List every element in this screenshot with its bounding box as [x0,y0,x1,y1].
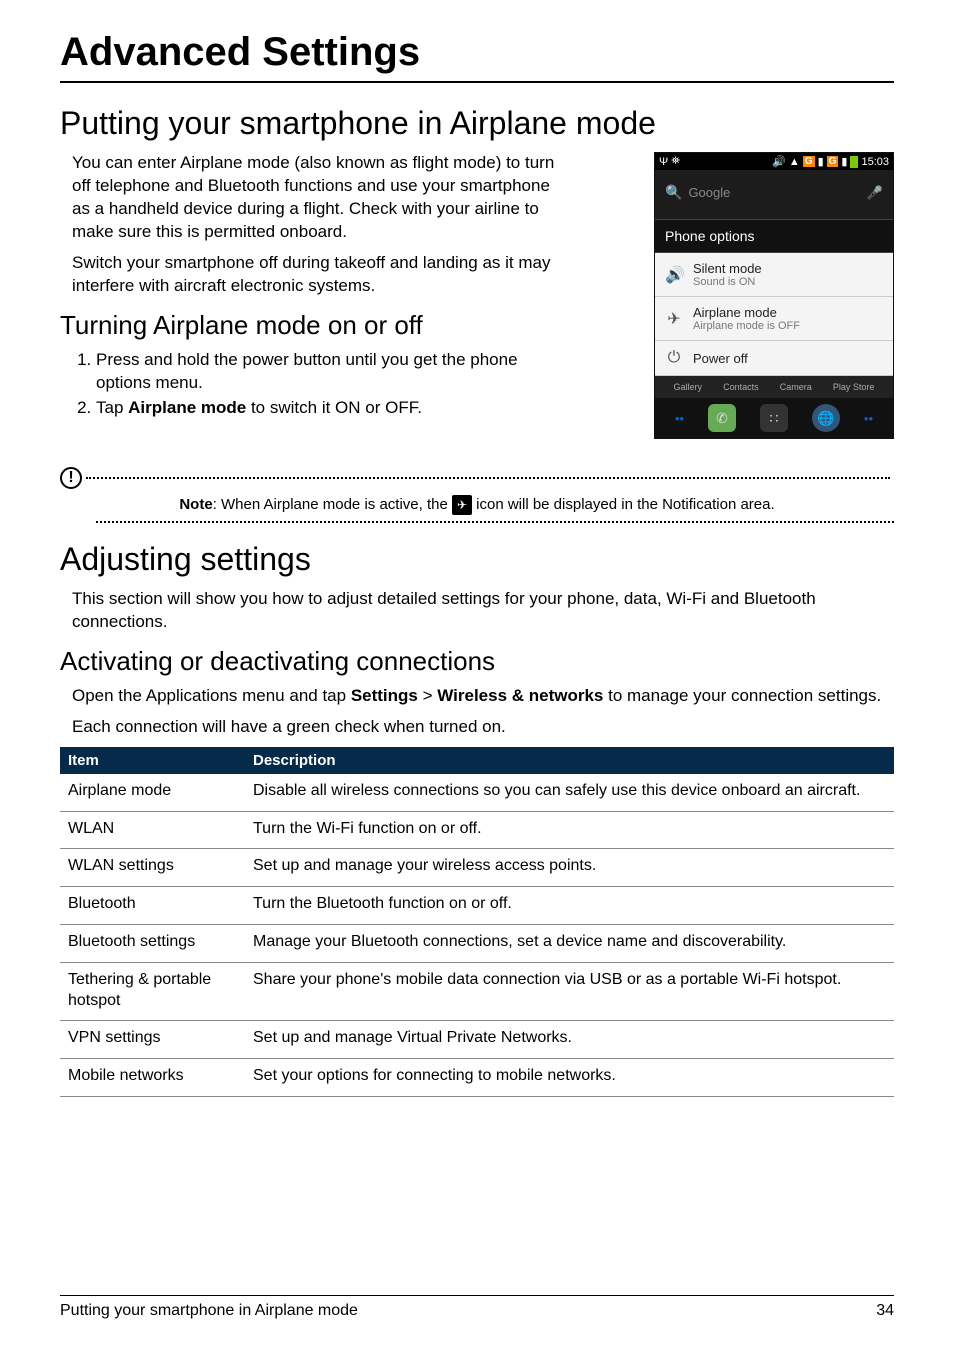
signal-bars-2-icon: ▮ [841,155,847,168]
warning-icon: ! [60,467,82,489]
p2-b: Settings [351,686,418,705]
adjusting-p1: This section will show you how to adjust… [72,588,894,634]
table-row: Tethering & portable hotspotShare your p… [60,962,894,1021]
airplane-steps: Press and hold the power button until yo… [72,349,552,420]
cell-desc: Turn the Bluetooth function on or off. [245,887,894,925]
cell-item: Mobile networks [60,1059,245,1097]
power-icon: ⏻ [665,349,683,367]
settings-table: Item Description Airplane modeDisable al… [60,747,894,1097]
page-footer: Putting your smartphone in Airplane mode… [60,1295,894,1320]
airplane-intro-p2: Switch your smartphone off during takeof… [72,252,572,298]
subsection-activating: Activating or deactivating connections [60,646,894,677]
dock-dots-right: •• [864,411,873,426]
step-1: Press and hold the power button until yo… [96,349,552,395]
section-heading-adjusting: Adjusting settings [60,541,894,578]
note-text-b: icon will be displayed in the Notificati… [472,496,775,513]
phone-dock-labels: Gallery Contacts Camera Play Store [655,376,893,398]
activating-p1: Open the Applications menu and tap Setti… [72,685,894,708]
chapter-title: Advanced Settings [60,30,894,83]
cell-desc: Manage your Bluetooth connections, set a… [245,924,894,962]
sound-icon: 🔊 [665,265,683,285]
cell-desc: Turn the Wi-Fi function on or off. [245,811,894,849]
note-text-a: : When Airplane mode is active, the [213,496,452,513]
note-block: ! Note: When Airplane mode is active, th… [60,467,894,523]
dock-browser-icon[interactable]: 🌐 [812,404,840,432]
cell-item: Airplane mode [60,774,245,811]
step-2-bold: Airplane mode [128,398,246,417]
cell-item: WLAN [60,811,245,849]
table-row: Mobile networksSet your options for conn… [60,1059,894,1097]
note-text: Note: When Airplane mode is active, the … [60,495,894,515]
option-label: Airplane mode [693,305,800,320]
footer-title: Putting your smartphone in Airplane mode [60,1302,358,1320]
option-power-off[interactable]: ⏻ Power off [655,341,893,376]
p2-d: Wireless & networks [437,686,603,705]
cell-item: Tethering & portable hotspot [60,962,245,1021]
phone-screenshot: Ψ ⛯ 🔊 ▲ G ▮ G ▮ 15:03 🔍 Google 🎤 Phone o… [654,152,894,439]
cell-item: VPN settings [60,1021,245,1059]
p2-a: Open the Applications menu and tap [72,686,351,705]
dash-line-bottom [96,521,894,523]
table-row: BluetoothTurn the Bluetooth function on … [60,887,894,925]
dock-label: Play Store [833,382,875,392]
step-2-text-a: Tap [96,398,128,417]
option-airplane-mode[interactable]: ✈ Airplane mode Airplane mode is OFF [655,297,893,341]
table-row: VPN settingsSet up and manage Virtual Pr… [60,1021,894,1059]
step-2-text-c: to switch it ON or OFF. [246,398,422,417]
option-sub: Sound is ON [693,276,762,288]
cell-item: Bluetooth settings [60,924,245,962]
phone-status-bar: Ψ ⛯ 🔊 ▲ G ▮ G ▮ 15:03 [655,153,893,170]
table-row: Airplane modeDisable all wireless connec… [60,774,894,811]
table-row: WLAN settingsSet up and manage your wire… [60,849,894,887]
footer-page-number: 34 [876,1302,894,1320]
cell-desc: Share your phone's mobile data connectio… [245,962,894,1021]
th-item: Item [60,747,245,774]
cell-desc: Disable all wireless connections so you … [245,774,894,811]
th-desc: Description [245,747,894,774]
section-heading-airplane: Putting your smartphone in Airplane mode [60,105,894,142]
cell-item: WLAN settings [60,849,245,887]
search-placeholder: Google [688,185,730,200]
signal-badge-1: G [803,156,815,167]
mic-icon[interactable]: 🎤 [867,185,883,201]
airplane-intro-p1: You can enter Airplane mode (also known … [72,152,572,244]
dock-apps-icon[interactable]: ∷ [760,404,788,432]
cell-desc: Set up and manage your wireless access p… [245,849,894,887]
cell-desc: Set your options for connecting to mobil… [245,1059,894,1097]
search-icon: 🔍 [665,184,682,201]
phone-options-header: Phone options [655,219,893,253]
table-row: Bluetooth settingsManage your Bluetooth … [60,924,894,962]
phone-search-bar[interactable]: 🔍 Google 🎤 [655,170,893,219]
dock-label: Contacts [723,382,759,392]
status-time: 15:03 [861,156,889,168]
phone-dock-icons: •• ✆ ∷ 🌐 •• [655,398,893,438]
option-silent-mode[interactable]: 🔊 Silent mode Sound is ON [655,253,893,297]
wifi-icon: ▲ [789,156,800,168]
step-2: Tap Airplane mode to switch it ON or OFF… [96,397,552,420]
volume-icon: 🔊 [772,155,786,168]
debug-icon: ⛯ [671,155,680,168]
dock-label: Camera [780,382,812,392]
activating-p2: Each connection will have a green check … [72,716,894,739]
dock-dots-left: •• [675,411,684,426]
usb-icon: Ψ [659,156,668,168]
signal-bars-1-icon: ▮ [818,155,824,168]
table-row: WLANTurn the Wi-Fi function on or off. [60,811,894,849]
note-bold: Note [179,496,212,513]
option-label: Power off [693,351,748,366]
option-sub: Airplane mode is OFF [693,320,800,332]
battery-icon [850,156,858,168]
option-label: Silent mode [693,261,762,276]
p2-c: > [418,686,437,705]
signal-badge-2: G [827,156,839,167]
airplane-icon: ✈ [665,309,683,329]
cell-desc: Set up and manage Virtual Private Networ… [245,1021,894,1059]
dash-line-top [86,477,890,479]
cell-item: Bluetooth [60,887,245,925]
p2-e: to manage your connection settings. [603,686,881,705]
airplane-badge-icon: ✈ [452,495,472,515]
dock-phone-icon[interactable]: ✆ [708,404,736,432]
dock-label: Gallery [674,382,703,392]
